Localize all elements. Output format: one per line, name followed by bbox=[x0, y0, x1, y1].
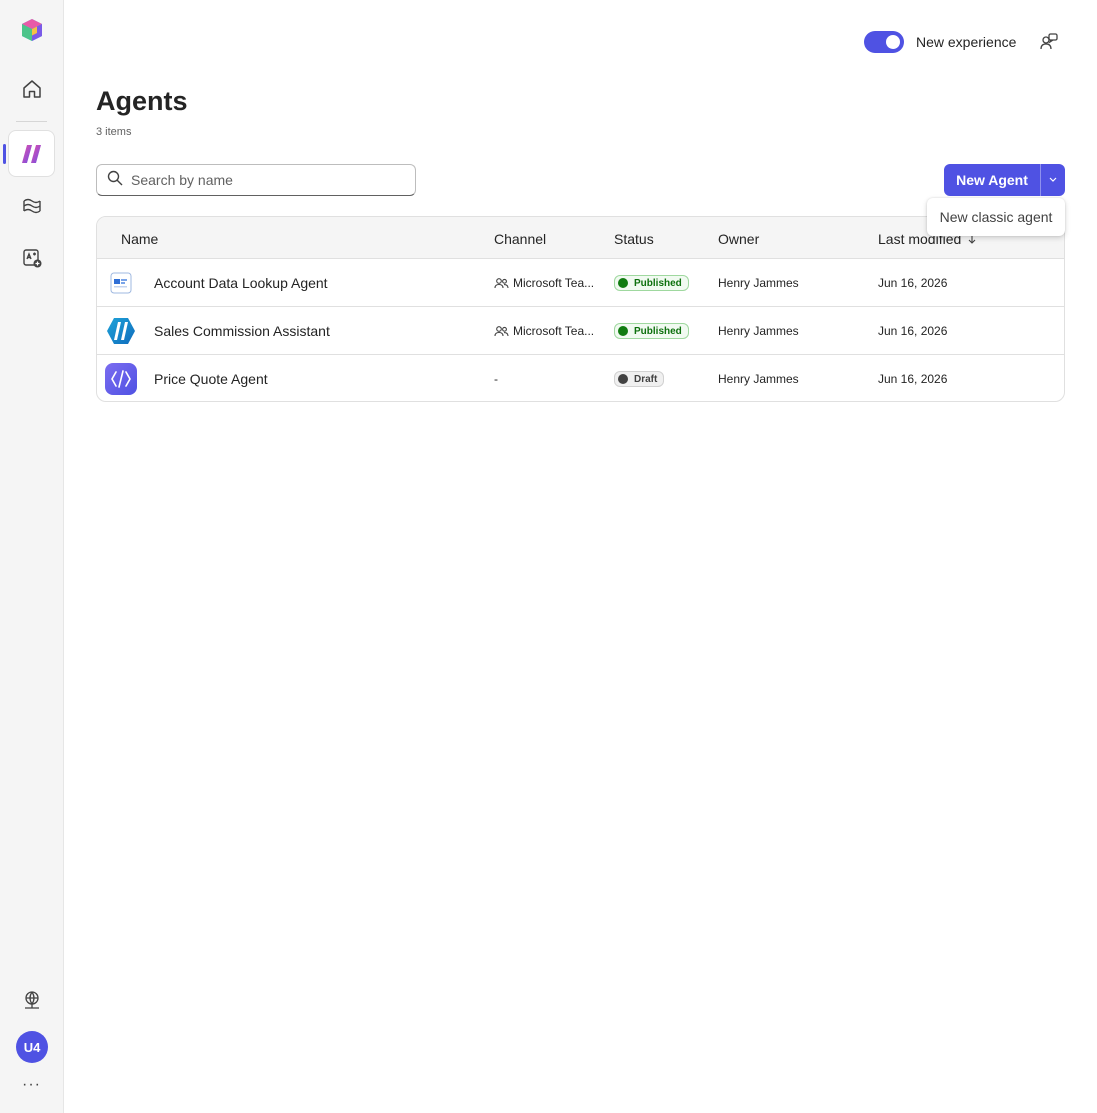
new-experience-toggle[interactable] bbox=[864, 31, 904, 53]
channel-text: Microsoft Tea... bbox=[513, 276, 595, 290]
page-title: Agents bbox=[96, 86, 188, 116]
search-input[interactable] bbox=[131, 172, 401, 188]
item-count: 3 items bbox=[96, 126, 132, 138]
create-app-icon[interactable] bbox=[8, 234, 55, 281]
status-badge: Published bbox=[614, 275, 689, 291]
more-options-icon[interactable]: ··· bbox=[22, 1076, 41, 1094]
new-experience-label: New experience bbox=[916, 34, 1017, 50]
new-agent-dropdown-button[interactable] bbox=[1041, 164, 1065, 196]
environment-globe-icon[interactable] bbox=[8, 976, 55, 1023]
chevron-down-icon bbox=[1048, 171, 1058, 189]
agent-name[interactable]: Account Data Lookup Agent bbox=[154, 275, 328, 291]
new-agent-menu: New classic agent bbox=[927, 198, 1065, 236]
table-row[interactable]: Sales Commission Assistant Microsoft Tea… bbox=[97, 307, 1064, 355]
new-agent-split-button: New Agent bbox=[944, 164, 1065, 196]
modified-date: Jun 16, 2026 bbox=[878, 372, 948, 386]
column-header-channel[interactable]: Channel bbox=[494, 231, 546, 247]
agent-name[interactable]: Sales Commission Assistant bbox=[154, 323, 330, 339]
rail-divider bbox=[16, 121, 47, 122]
knowledge-icon[interactable] bbox=[8, 182, 55, 229]
table-header: Name Channel Status Owner Last modified bbox=[97, 217, 1064, 259]
owner-text: Henry Jammes bbox=[718, 324, 799, 338]
column-header-status[interactable]: Status bbox=[614, 231, 654, 247]
people-icon bbox=[494, 325, 509, 336]
agent-name[interactable]: Price Quote Agent bbox=[154, 371, 268, 387]
agents-nav-icon[interactable] bbox=[8, 130, 55, 177]
home-icon[interactable] bbox=[8, 65, 55, 112]
channel-text: Microsoft Tea... bbox=[513, 324, 595, 338]
feedback-icon[interactable] bbox=[1039, 32, 1059, 57]
search-icon bbox=[107, 170, 123, 191]
status-dot bbox=[618, 374, 628, 384]
column-header-name[interactable]: Name bbox=[121, 231, 158, 247]
user-avatar[interactable]: U4 bbox=[16, 1031, 48, 1063]
modified-date: Jun 16, 2026 bbox=[878, 276, 948, 290]
owner-text: Henry Jammes bbox=[718, 276, 799, 290]
owner-text: Henry Jammes bbox=[718, 372, 799, 386]
table-row[interactable]: Price Quote Agent - Draft Henry Jammes J… bbox=[97, 355, 1064, 401]
menu-item-new-classic-agent[interactable]: New classic agent bbox=[940, 209, 1053, 225]
status-badge: Published bbox=[614, 323, 689, 339]
channel-text: - bbox=[494, 372, 498, 386]
column-header-owner[interactable]: Owner bbox=[718, 231, 759, 247]
status-dot bbox=[618, 326, 628, 336]
modified-date: Jun 16, 2026 bbox=[878, 324, 948, 338]
status-dot bbox=[618, 278, 628, 288]
left-rail: U4 ··· bbox=[0, 0, 64, 1113]
search-box[interactable] bbox=[96, 164, 416, 196]
table-row[interactable]: Account Data Lookup Agent Microsoft Tea.… bbox=[97, 259, 1064, 307]
code-agent-icon bbox=[105, 363, 137, 395]
document-agent-icon bbox=[105, 267, 137, 299]
active-indicator bbox=[3, 144, 6, 164]
copilot-studio-logo-icon[interactable] bbox=[8, 6, 55, 53]
slash-hexagon-icon bbox=[105, 315, 137, 347]
new-agent-button[interactable]: New Agent bbox=[944, 164, 1040, 196]
status-badge: Draft bbox=[614, 371, 665, 387]
people-icon bbox=[494, 277, 509, 288]
agents-table: Name Channel Status Owner Last modified … bbox=[96, 216, 1065, 402]
